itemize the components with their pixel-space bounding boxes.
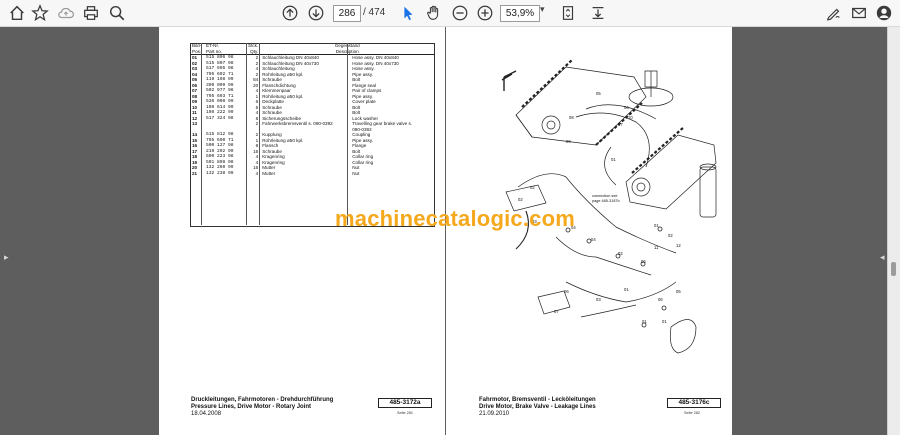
- callout-number: 01: [611, 157, 616, 162]
- hand-tool-icon[interactable]: [423, 3, 445, 23]
- parts-table-body: 01 515 806 98 2 Schlauchleitung DN 40x840 Ho…: [190, 55, 434, 177]
- callout-number: 01: [624, 287, 629, 292]
- track-frame-lower: [625, 134, 717, 210]
- table-divider: [347, 43, 348, 225]
- header-part-no: ET-Nr. Part no.: [204, 43, 246, 55]
- header-pos: Bild- Pos.: [190, 43, 204, 55]
- drawing-code: 485-3176c: [667, 398, 721, 408]
- bookmark-star-icon[interactable]: [29, 3, 51, 23]
- collapse-left-panel-icon[interactable]: ▸: [4, 252, 9, 263]
- drawing-code: 485-3172a: [378, 398, 432, 408]
- callout-number: 02: [518, 197, 523, 202]
- callout-number: 02: [618, 251, 623, 256]
- pipe-elbow: [669, 319, 697, 354]
- table-row: 21 132 238 99 4 Mutter Nut: [190, 171, 434, 177]
- row-description-de: Mutter: [262, 170, 276, 176]
- zoom-dropdown-caret[interactable]: ▾: [540, 4, 545, 15]
- table-divider: [259, 43, 260, 225]
- parts-table: Bild- Pos. ET-Nr. Part no. Stck. Qty. Ge…: [190, 43, 435, 177]
- row-pos: 21: [192, 170, 198, 176]
- callout-number: 09: [566, 139, 571, 144]
- page-number-input[interactable]: 286: [333, 5, 361, 22]
- callout-number: 08: [569, 115, 574, 120]
- callout-number: 02: [668, 233, 673, 238]
- page-total-label: / 474: [363, 7, 386, 18]
- home-icon[interactable]: [6, 3, 28, 23]
- page-title-en: Pressure Lines, Drive Motor - Rotary Joi…: [191, 404, 312, 410]
- callout-number: 01: [654, 223, 659, 228]
- page-label: Seite 282: [684, 411, 701, 415]
- callout-number: 02: [530, 185, 535, 190]
- vertical-scrollbar[interactable]: [887, 27, 900, 435]
- email-icon[interactable]: [848, 3, 870, 23]
- row-part-no: 132 238 99: [206, 170, 234, 176]
- zoom-level-input[interactable]: 53,9%: [500, 5, 540, 22]
- drive-motor-right: [631, 177, 651, 197]
- toolbar: 286 / 474 53,9% ▾: [0, 0, 900, 27]
- callout-number: 05: [676, 289, 681, 294]
- next-page-icon[interactable]: [305, 3, 327, 23]
- callout-number: 06: [564, 289, 569, 294]
- page-title-de: Druckleitungen, Fahrmotoren - Drehdurchf…: [191, 397, 334, 403]
- table-row: 01 515 806 98 2 Schlauchleitung DN 40x840 Ho…: [190, 55, 434, 61]
- brake-valve-body: [699, 166, 717, 218]
- table-divider: [201, 43, 202, 225]
- zoom-out-icon[interactable]: [449, 3, 471, 23]
- cloud-upload-icon[interactable]: [55, 3, 77, 23]
- select-pointer-icon[interactable]: [397, 3, 419, 23]
- collapse-right-panel-icon[interactable]: ◂: [880, 252, 885, 263]
- page-title-de: Fahrmotor, Bremsventil - Lecköleitungen: [479, 397, 596, 403]
- page-title-en: Drive Motor, Brake Valve - Leakage Lines: [479, 404, 596, 410]
- sign-pen-icon[interactable]: [823, 3, 845, 23]
- scrollbar-thumb[interactable]: [891, 262, 896, 276]
- callout-number: 06: [624, 105, 629, 110]
- callout-number: 11: [654, 245, 659, 250]
- callout-number: 10: [628, 115, 633, 120]
- search-icon[interactable]: [106, 3, 128, 23]
- callout-number: 04: [591, 237, 596, 242]
- zoom-in-icon[interactable]: [474, 3, 496, 23]
- callout-number: 07: [554, 309, 559, 314]
- drive-motor-left: [541, 115, 561, 135]
- callout-number: 01: [642, 319, 647, 324]
- callout-number: 07: [618, 122, 623, 127]
- table-divider: [246, 43, 247, 225]
- page-date: 21.09.2010: [479, 411, 510, 417]
- row-description-en: Nut: [352, 170, 360, 176]
- page-date: 18.04.2008: [191, 411, 222, 417]
- connection-note: connection see page 485-3187b: [592, 194, 620, 203]
- callout-number: 03: [596, 297, 601, 302]
- previous-page-icon[interactable]: [279, 3, 301, 23]
- callout-number: 01: [662, 319, 667, 324]
- account-icon[interactable]: [873, 3, 895, 23]
- page-fit-icon[interactable]: [557, 3, 579, 23]
- travel-direction-arrow: [501, 70, 517, 91]
- callout-number: 06: [658, 297, 663, 302]
- page-label: Seite 281: [397, 411, 414, 415]
- scroll-mode-icon[interactable]: [587, 3, 609, 23]
- parts-table-header: Bild- Pos. ET-Nr. Part no. Stck. Qty. Ge…: [190, 43, 435, 55]
- callout-number: 06: [641, 259, 646, 264]
- callout-number: 05: [596, 91, 601, 96]
- callout-number: 12: [676, 243, 681, 248]
- watermark-text: machinecatalogic.com: [335, 206, 575, 231]
- print-icon[interactable]: [80, 3, 102, 23]
